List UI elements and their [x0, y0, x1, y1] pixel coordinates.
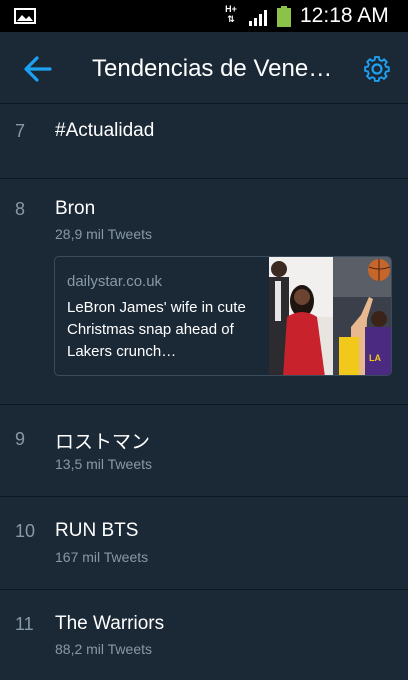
card-thumbnail: LA	[269, 257, 391, 375]
back-arrow-icon[interactable]	[22, 54, 54, 84]
trend-name: ロストマン	[55, 432, 151, 453]
divider	[0, 496, 408, 497]
trend-rank: 7	[15, 121, 26, 141]
network-type: H+ ⇅	[225, 4, 237, 24]
trend-name: #Actualidad	[55, 120, 155, 141]
image-icon	[14, 8, 36, 24]
divider	[0, 589, 408, 590]
divider	[0, 178, 408, 179]
trend-name: RUN BTS	[55, 520, 139, 541]
gear-icon[interactable]	[362, 54, 392, 84]
signal-icon	[249, 10, 267, 26]
tweet-count: 13,5 mil Tweets	[55, 456, 153, 472]
tweet-count: 88,2 mil Tweets	[55, 641, 153, 657]
card-source: dailystar.co.uk	[67, 273, 163, 290]
divider	[0, 103, 408, 104]
battery-icon	[277, 6, 291, 27]
news-card[interactable]: dailystar.co.uk LeBron James' wife in cu…	[54, 256, 392, 376]
clock: 12:18 AM	[300, 4, 389, 27]
trend-rank: 8	[15, 199, 26, 219]
trend-rank: 9	[15, 429, 26, 449]
card-headline: LeBron James' wife in cute Christmas sna…	[67, 299, 246, 360]
svg-text:LA: LA	[369, 353, 381, 363]
trend-name: The Warriors	[55, 613, 165, 634]
trend-name: Bron	[55, 198, 96, 219]
divider	[0, 404, 408, 405]
status-bar: H+ ⇅ 12:18 AM	[0, 0, 408, 32]
tweet-count: 28,9 mil Tweets	[55, 226, 153, 242]
network-arrows-icon: ⇅	[227, 14, 235, 24]
tweet-count: 167 mil Tweets	[55, 549, 149, 565]
page-title: Tendencias de Venezuela	[92, 55, 342, 82]
app-header: Tendencias de Venezuela	[0, 32, 408, 104]
trend-rank: 11	[15, 614, 34, 634]
trend-rank: 10	[15, 521, 36, 541]
